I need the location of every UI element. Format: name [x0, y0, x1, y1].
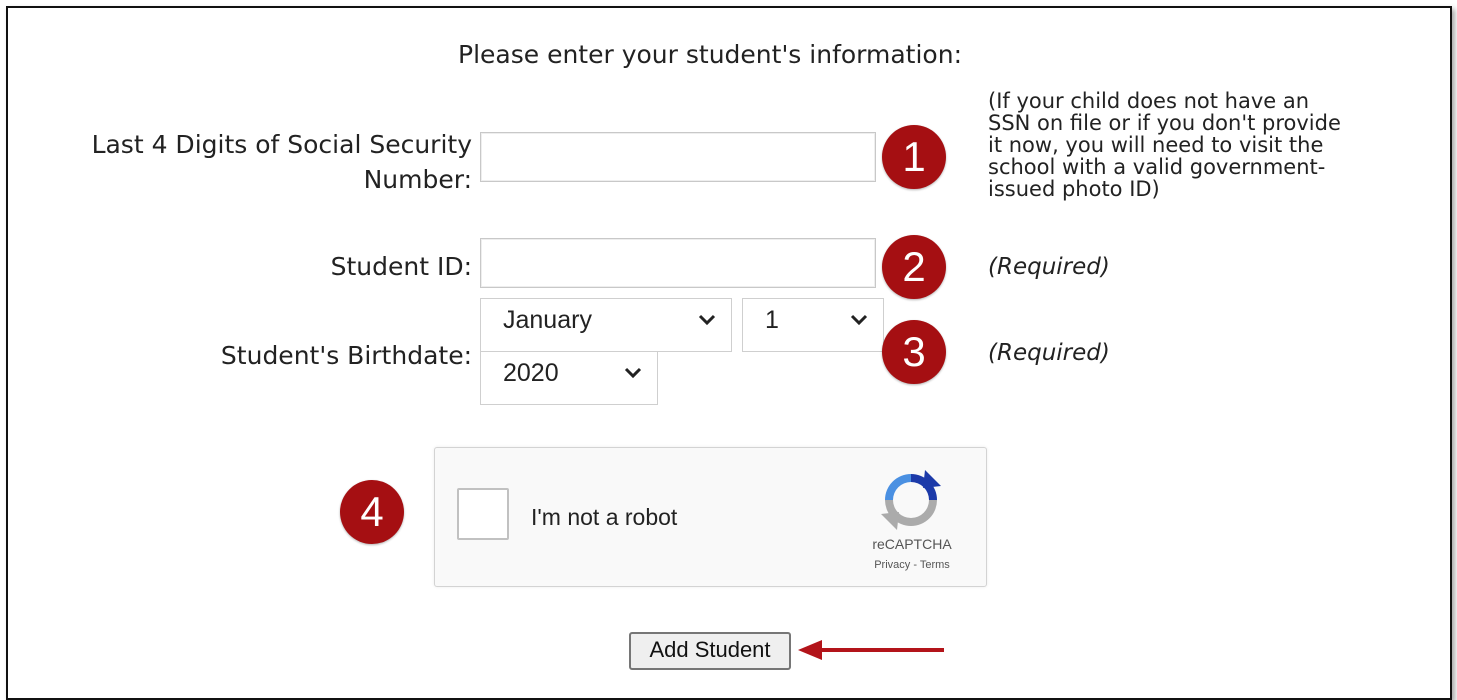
student-id-input[interactable] — [480, 238, 876, 288]
recaptcha-widget: I'm not a robot reCAPTCHA Privacy - Term… — [434, 447, 987, 587]
birthdate-required-note: (Required) — [988, 340, 1110, 366]
ssn-label-line2: Number: — [363, 165, 472, 194]
add-student-button[interactable]: Add Student — [629, 632, 791, 670]
ssn-note-line: it now, you will need to visit the — [988, 133, 1324, 157]
step-badge-3: 3 — [882, 320, 946, 384]
birth-day-select[interactable]: 1 — [742, 298, 884, 352]
step-badge-1: 1 — [882, 125, 946, 189]
birth-day-value: 1 — [765, 306, 779, 334]
chevron-down-icon — [698, 314, 716, 326]
birth-year-select[interactable]: 2020 — [480, 351, 658, 405]
chevron-down-icon — [850, 314, 868, 326]
recaptcha-links[interactable]: Privacy - Terms — [845, 559, 979, 571]
student-id-required-note: (Required) — [988, 254, 1110, 280]
ssn-note-line: school with a valid government- — [988, 155, 1326, 179]
arrow-left-icon — [798, 640, 944, 660]
recaptcha-label: I'm not a robot — [531, 504, 678, 530]
ssn-note-line: (If your child does not have an — [988, 89, 1310, 113]
recaptcha-brand: reCAPTCHA — [872, 536, 952, 552]
birth-year-value: 2020 — [503, 359, 559, 387]
ssn-label-line1: Last 4 Digits of Social Security — [91, 130, 472, 159]
birth-month-select[interactable]: January — [480, 298, 732, 352]
recaptcha-logo-icon — [881, 470, 941, 530]
ssn-label: Last 4 Digits of Social Security Number: — [20, 127, 472, 197]
birth-month-value: January — [503, 306, 592, 334]
ssn-input[interactable] — [480, 132, 876, 182]
form-heading: Please enter your student's information: — [458, 40, 962, 69]
chevron-down-icon — [624, 367, 642, 379]
ssn-note-line: SSN on file or if you don't provide — [988, 111, 1341, 135]
ssn-note-line: issued photo ID) — [988, 177, 1160, 201]
step-badge-2: 2 — [882, 235, 946, 299]
student-id-label: Student ID: — [330, 252, 472, 281]
birthdate-label: Student's Birthdate: — [220, 341, 472, 370]
recaptcha-checkbox[interactable] — [457, 488, 509, 540]
ssn-note: (If your child does not have an SSN on f… — [988, 90, 1448, 200]
step-badge-4: 4 — [340, 480, 404, 544]
